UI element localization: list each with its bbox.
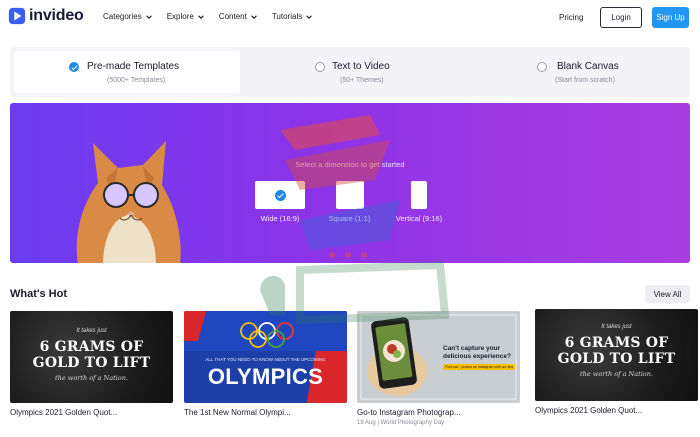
thumb-headline: OLYMPICS xyxy=(207,364,324,389)
dimension-square-label: Square (1:1) xyxy=(328,214,371,223)
view-all-button[interactable]: View All xyxy=(645,285,690,303)
tab-blank-canvas-title: Blank Canvas xyxy=(557,61,619,72)
chevron-down-icon xyxy=(306,14,313,19)
chevron-down-icon xyxy=(251,14,257,19)
template-card[interactable]: ALL THAT YOU NEED TO KNOW ABOUT THE UPCO… xyxy=(184,311,347,417)
template-thumbnail: Can't capture your delicious experience?… xyxy=(357,311,520,403)
selected-check-icon xyxy=(69,62,79,72)
logo[interactable]: invideo xyxy=(8,7,84,25)
template-thumbnail: It takes just 6 GRAMS OF GOLD TO LIFT th… xyxy=(10,311,173,403)
creation-mode-tabs: Pre-made Templates (5000+ Templates) Tex… xyxy=(10,47,690,97)
thumb-question-line1: Can't capture your xyxy=(443,345,501,352)
thumb-headline-line1: 6 GRAMS OF xyxy=(39,339,144,355)
vertical-preview xyxy=(411,181,427,209)
template-title: The 1st New Normal Olympi... xyxy=(184,408,291,417)
menu-categories-label: Categories xyxy=(103,12,142,21)
wide-preview xyxy=(255,181,305,209)
login-button[interactable]: Login xyxy=(600,7,642,28)
chevron-down-icon xyxy=(198,14,204,19)
thumb-question: Can't capture your delicious experience? xyxy=(443,345,511,361)
tab-premade-templates[interactable]: Pre-made Templates (5000+ Templates) xyxy=(14,51,240,93)
template-card[interactable]: It takes just 6 GRAMS OF GOLD TO LIFT th… xyxy=(10,311,173,417)
menu-explore-label: Explore xyxy=(166,12,194,21)
thumb-small-text: ALL THAT YOU NEED TO KNOW ABOUT THE UPCO… xyxy=(205,357,326,362)
tab-premade-sub: (5000+ Templates) xyxy=(107,77,166,84)
tab-blank-canvas-sub: (Start from scratch) xyxy=(555,77,615,84)
template-thumbnail: It takes just 6 GRAMS OF GOLD TO LIFT th… xyxy=(535,309,698,401)
thumb-tail-text: the worth of a Nation. xyxy=(55,374,128,382)
invideo-logo-icon xyxy=(8,7,26,25)
thumb-headline-line2: GOLD TO LIFT xyxy=(557,351,676,367)
thumb-small-text: It takes just xyxy=(601,324,632,330)
signup-button[interactable]: Sign Up xyxy=(652,7,689,28)
selected-check-icon xyxy=(274,189,286,201)
square-preview xyxy=(335,181,364,209)
template-title: Olympics 2021 Golden Quot... xyxy=(535,406,643,415)
whats-hot-heading: What's Hot xyxy=(10,288,67,300)
tab-blank-canvas[interactable]: Blank Canvas (Start from scratch) xyxy=(466,51,690,93)
template-subtitle: 19 Aug | World Photography Day xyxy=(357,420,445,426)
template-card[interactable]: It takes just 6 GRAMS OF GOLD TO LIFT th… xyxy=(535,309,698,415)
thumb-headline-line1: 6 GRAMS OF xyxy=(564,335,669,351)
menu-content[interactable]: Content xyxy=(219,12,258,21)
menu-categories[interactable]: Categories xyxy=(103,12,153,21)
template-card[interactable]: Can't capture your delicious experience?… xyxy=(357,311,520,426)
dimension-vertical[interactable]: Vertical (9:16) xyxy=(393,181,445,223)
tab-text-to-video[interactable]: Text to Video (50+ Themes) xyxy=(240,51,466,93)
tab-premade-title: Pre-made Templates xyxy=(87,61,180,72)
menu-tutorials[interactable]: Tutorials xyxy=(272,12,313,21)
menu-tutorials-label: Tutorials xyxy=(271,12,303,21)
thumb-small-text: It takes just xyxy=(76,328,107,334)
dimension-hero: Select a dimension to get started Wide (… xyxy=(10,103,690,263)
olympic-rings-icon xyxy=(240,322,294,348)
dimension-vertical-label: Vertical (9:16) xyxy=(395,214,443,223)
template-title: Go-to Instagram Photograp... xyxy=(357,408,461,417)
radio-icon xyxy=(315,62,325,72)
dimension-wide[interactable]: Wide (16:9) xyxy=(255,181,305,223)
pricing-link[interactable]: Pricing xyxy=(559,13,583,22)
chevron-down-icon xyxy=(145,14,152,19)
template-thumbnail: ALL THAT YOU NEED TO KNOW ABOUT THE UPCO… xyxy=(184,311,347,403)
template-title: Olympics 2021 Golden Quot... xyxy=(10,408,118,417)
tab-text-to-video-sub: (50+ Themes) xyxy=(340,77,384,84)
thumb-headline-line2: GOLD TO LIFT xyxy=(32,355,151,371)
thumb-tag: Find out... photos on Instagram with our… xyxy=(443,364,516,370)
cat-with-sunglasses-image xyxy=(76,141,181,263)
menu-explore[interactable]: Explore xyxy=(167,12,205,21)
radio-icon xyxy=(537,62,547,72)
menu-content-label: Content xyxy=(218,12,247,21)
dimension-wide-label: Wide (16:9) xyxy=(260,214,300,223)
thumb-question-line2: delicious experience? xyxy=(443,353,511,360)
dimension-prompt: Select a dimension to get started xyxy=(295,160,405,169)
tab-text-to-video-title: Text to Video xyxy=(332,61,390,72)
thumb-tail-text: the worth of a Nation. xyxy=(580,370,653,378)
main-menu: Categories Explore Content Tutorials xyxy=(103,12,327,21)
top-nav: invideo Categories Explore Content Tutor… xyxy=(0,0,700,36)
dimension-square[interactable]: Square (1:1) xyxy=(327,181,372,223)
logo-text: invideo xyxy=(29,7,84,24)
